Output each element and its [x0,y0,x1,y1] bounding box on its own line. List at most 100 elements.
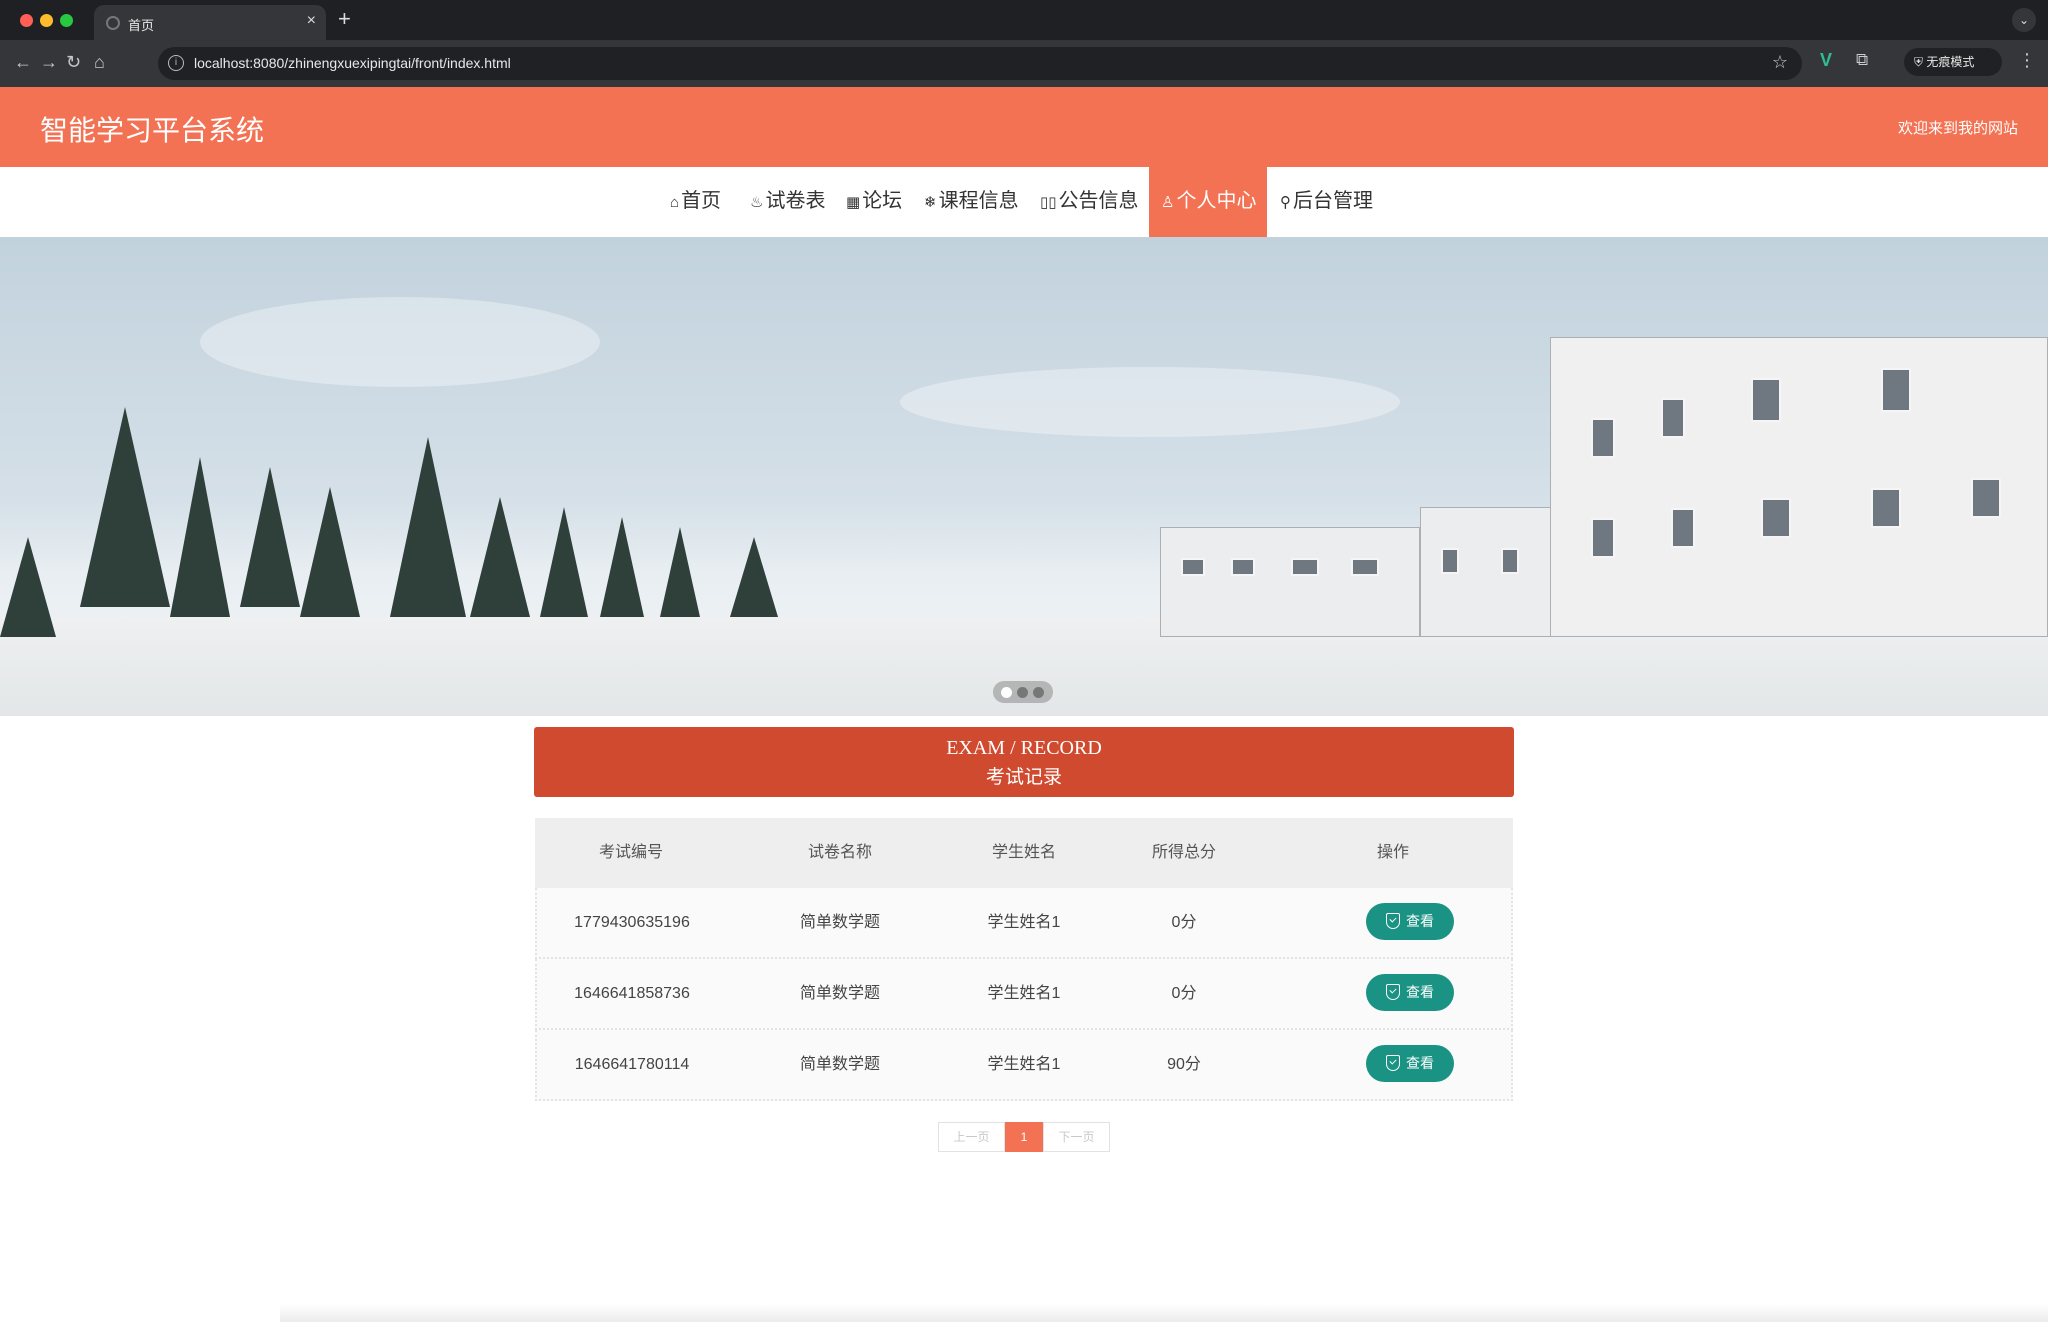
close-tab-icon[interactable]: × [307,12,316,30]
browser-chrome: 首页 × + ⌄ ← → ↻ ⌂ i localhost:8080/zhinen… [0,0,2048,87]
table-row: 1646641858736 简单数学题 学生姓名1 0分 查看 [535,959,1513,1030]
site-title: 智能学习平台系统 [40,115,265,146]
student-name-cell: 学生姓名1 [987,985,1061,1002]
vue-devtools-icon[interactable]: V [1820,50,1832,71]
carousel-dot[interactable] [1033,687,1044,698]
window [1761,498,1791,538]
pine-tree [0,537,56,637]
minimize-window-button[interactable] [40,14,53,27]
nav-label: 个人中心 [1176,190,1257,212]
window [1591,518,1615,558]
exam-id-cell: 1646641858736 [574,985,690,1002]
extensions-icon[interactable]: ⧉ [1856,50,1868,70]
cloud-shape [900,367,1400,437]
home-browser-icon[interactable]: ⌂ [94,52,105,73]
column-header: 学生姓名 [991,844,1056,861]
exam-record-table: 考试编号 试卷名称 学生姓名 所得总分 操作 1779430635196 简单数… [535,818,1513,1101]
nav-item-home[interactable]: ⌂ 首页 [670,167,721,237]
window [1231,558,1255,576]
pine-tree [240,467,300,607]
student-name-cell: 学生姓名1 [987,1056,1061,1073]
page-number-button[interactable]: 1 [1005,1122,1043,1152]
nav-item-courses[interactable]: ❄ 课程信息 [924,167,1019,237]
nav-item-announcements[interactable]: ▯▯ 公告信息 [1040,167,1139,237]
window [1881,368,1911,412]
forward-icon[interactable]: → [40,52,58,73]
column-header: 操作 [1376,844,1409,861]
score-cell: 0分 [1171,914,1197,931]
scroll-shadow [280,1304,2048,1322]
nav-item-personal-center[interactable]: ♙ 个人中心 [1149,167,1267,237]
column-header: 所得总分 [1151,844,1216,861]
building [1160,527,1420,637]
shield-check-icon [1386,1055,1400,1071]
browser-toolbar: ← → ↻ ⌂ i localhost:8080/zhinengxuexipin… [0,40,2048,87]
nav-item-admin[interactable]: ⚲ 后台管理 [1280,167,1373,237]
window [1501,548,1519,574]
carousel-indicator [993,681,1053,703]
pine-tree [600,517,644,617]
shield-check-icon [1386,913,1400,929]
globe-icon [106,16,120,30]
nav-item-exam-papers[interactable]: ♨ 试卷表 [750,167,825,237]
nav-item-forum[interactable]: ▦ 论坛 [846,167,902,237]
pine-tree [470,497,530,617]
close-window-button[interactable] [20,14,33,27]
section-title: EXAM / RECORD 考试记录 [534,727,1514,797]
building [1420,507,1560,637]
score-cell: 90分 [1167,1056,1201,1073]
student-name-cell: 学生姓名1 [987,914,1061,931]
address-bar[interactable]: i localhost:8080/zhinengxuexipingtai/fro… [158,47,1802,80]
maximize-window-button[interactable] [60,14,73,27]
window [1441,548,1459,574]
back-icon[interactable]: ← [14,52,32,73]
palette-icon: ♨ [750,194,764,211]
view-button[interactable]: 查看 [1366,903,1454,940]
carousel-dot[interactable] [1001,687,1012,698]
nav-label: 首页 [681,190,722,212]
prev-page-button[interactable]: 上一页 [938,1122,1005,1152]
site-info-icon[interactable]: i [168,55,184,71]
pine-tree [540,507,588,617]
incognito-badge[interactable]: ⛨ 无痕模式 [1904,48,2002,76]
browser-tab[interactable]: 首页 × [94,5,326,40]
calendar-icon: ▦ [846,194,861,211]
table-row: 1779430635196 简单数学题 学生姓名1 0分 查看 [535,888,1513,959]
hero-banner [0,237,2048,716]
window [1661,398,1685,438]
carousel-dot[interactable] [1017,687,1028,698]
section-title-en: EXAM / RECORD [946,737,1102,759]
exam-id-cell: 1646641780114 [574,1056,690,1073]
window [1751,378,1781,422]
user-icon: ♙ [1161,194,1175,211]
nav-label: 论坛 [862,190,903,212]
column-header: 试卷名称 [807,844,872,861]
pine-tree [390,437,466,617]
window [1671,508,1695,548]
table-row: 1646641780114 简单数学题 学生姓名1 90分 查看 [535,1030,1513,1101]
view-button[interactable]: 查看 [1366,974,1454,1011]
more-menu-icon[interactable]: ⋮ [2018,50,2036,71]
window [1291,558,1319,576]
nav-label: 课程信息 [938,190,1019,212]
site-header: 智能学习平台系统 欢迎来到我的网站 [0,87,2048,167]
view-button-label: 查看 [1406,913,1434,929]
pine-tree [300,487,360,617]
new-tab-icon[interactable]: + [338,6,351,32]
reload-icon[interactable]: ↻ [66,52,81,73]
pine-tree [660,527,700,617]
view-button-label: 查看 [1406,1055,1434,1071]
table-header: 考试编号 试卷名称 学生姓名 所得总分 操作 [535,818,1513,888]
nav-label: 试卷表 [765,190,826,212]
bookmark-star-icon[interactable]: ☆ [1772,52,1788,73]
window [1971,478,2001,518]
view-button[interactable]: 查看 [1366,1045,1454,1082]
building [1550,337,2048,637]
pine-tree [80,407,170,607]
next-page-button[interactable]: 下一页 [1043,1122,1110,1152]
link-icon: ⚲ [1280,194,1291,211]
shield-check-icon [1386,984,1400,1000]
chevron-down-icon[interactable]: ⌄ [2012,8,2036,32]
score-cell: 0分 [1171,985,1197,1002]
pagination: 上一页 1 下一页 [938,1122,1110,1152]
